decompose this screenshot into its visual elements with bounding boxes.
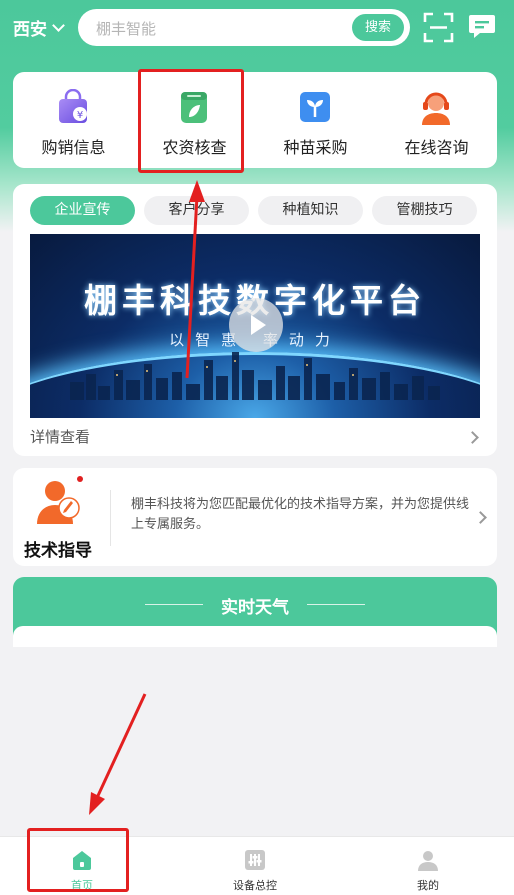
search-bar[interactable]: 棚丰智能 搜索 — [78, 9, 410, 46]
tech-support-icon — [37, 481, 80, 524]
seedling-icon — [300, 92, 330, 122]
tab-company-promo[interactable]: 企业宣传 — [30, 196, 135, 225]
nav-mine[interactable]: 我的 — [368, 837, 488, 895]
svg-text:¥: ¥ — [77, 110, 83, 121]
quick-menu: ¥ 购销信息 农资核查 种苗采购 在线咨询 — [13, 72, 497, 168]
equalizer-icon — [245, 850, 265, 870]
header: 西安 棚丰智能 搜索 — [0, 0, 514, 58]
quick-item-label: 种苗采购 — [283, 138, 348, 157]
detail-link[interactable]: 详情查看 — [30, 426, 90, 447]
chevron-down-icon — [52, 18, 65, 32]
search-input[interactable]: 棚丰智能 — [96, 18, 156, 39]
quick-item-seedling-purchase[interactable]: 种苗采购 — [255, 72, 376, 168]
headset-agent-icon — [422, 92, 450, 125]
divider-line — [307, 604, 365, 605]
quick-item-purchase-sales[interactable]: ¥ 购销信息 — [13, 72, 134, 168]
quick-item-label: 购销信息 — [41, 138, 106, 157]
quick-item-label: 在线咨询 — [404, 138, 469, 157]
city-skyline-graphic — [70, 352, 440, 400]
annotation-highlight-box — [27, 828, 129, 892]
notification-dot — [77, 476, 83, 482]
weather-content — [13, 626, 497, 647]
weather-title: 实时天气 — [221, 598, 289, 618]
nav-label: 我的 — [417, 879, 439, 892]
quick-item-online-consult[interactable]: 在线咨询 — [376, 72, 497, 168]
shopping-bag-icon: ¥ — [59, 89, 87, 123]
tech-guide-card[interactable]: 技术指导 棚丰科技将为您匹配最优化的技术指导方案，并为您提供线上专属服务。 — [13, 468, 497, 566]
nav-label: 设备总控 — [233, 879, 277, 892]
chevron-right-icon[interactable] — [466, 431, 479, 444]
tech-guide-label: 技术指导 — [24, 541, 92, 561]
message-icon[interactable] — [468, 12, 496, 40]
tab-planting-knowledge[interactable]: 种植知识 — [258, 196, 363, 225]
content-tabs: 企业宣传 客户分享 种植知识 管棚技巧 — [30, 196, 477, 225]
city-selector[interactable]: 西安 — [13, 15, 65, 40]
content-card: 企业宣传 客户分享 种植知识 管棚技巧 以智惠 率动力 详情查看 — [13, 184, 497, 456]
scan-icon[interactable] — [423, 12, 454, 43]
tab-greenhouse-tips[interactable]: 管棚技巧 — [372, 196, 477, 225]
user-icon — [418, 851, 438, 871]
nav-device-control[interactable]: 设备总控 — [195, 837, 315, 895]
tech-guide-description: 棚丰科技将为您匹配最优化的技术指导方案，并为您提供线上专属服务。 — [131, 497, 470, 532]
chevron-right-icon[interactable] — [474, 511, 487, 524]
weather-card: 实时天气 — [13, 577, 497, 647]
promo-video[interactable]: 棚丰科技数字化平台 以智惠 率动力 — [30, 234, 480, 418]
divider — [110, 490, 111, 546]
city-label: 西安 — [13, 20, 47, 40]
search-button[interactable]: 搜索 — [352, 14, 404, 41]
play-icon[interactable] — [229, 298, 283, 352]
annotation-highlight-box — [138, 69, 244, 173]
tab-customer-share[interactable]: 客户分享 — [144, 196, 249, 225]
